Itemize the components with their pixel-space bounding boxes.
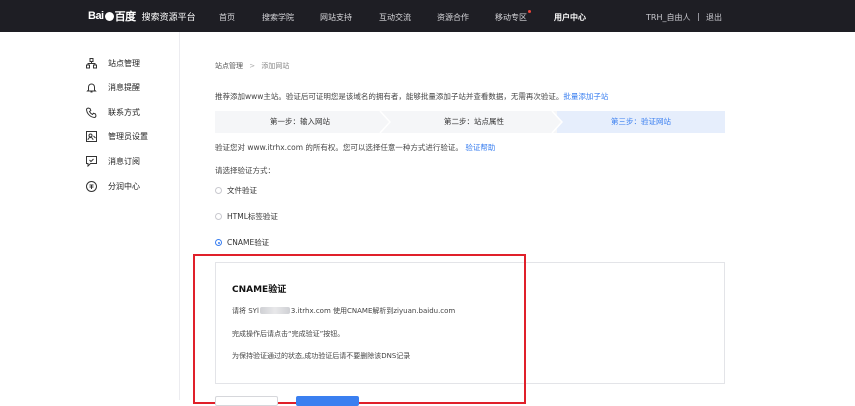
step-chevron (551, 111, 563, 133)
radio-label: HTML标签验证 (227, 212, 278, 221)
logo-wordmark: Bai (88, 10, 104, 22)
step-3: 第三步：验证网站 (557, 111, 725, 133)
subscribe-icon (86, 155, 97, 167)
sidebar-item-label: 站点管理 (108, 58, 140, 68)
notification-dot (528, 10, 531, 13)
breadcrumb-current: 添加网站 (261, 62, 290, 70)
complete-verify-button[interactable] (296, 396, 359, 406)
sidebar-item-revenue[interactable]: 分润中心 (86, 179, 140, 193)
sidebar-item-label: 管理员设置 (108, 131, 148, 141)
secondary-button[interactable] (215, 396, 278, 406)
sidebar-item-label: 分润中心 (108, 181, 140, 191)
bell-icon (86, 82, 97, 93)
coin-icon (86, 180, 97, 192)
sidebar-item-site-management[interactable]: 站点管理 (86, 56, 140, 70)
verify-description: 验证您对 www.itrhx.com 的所有权。您可以选择任意一种方式进行验证。… (215, 142, 495, 153)
radio-circle[interactable] (215, 213, 222, 220)
nav-support[interactable]: 网站支持 (320, 12, 352, 23)
user-name[interactable]: TRH_自由人 (646, 12, 690, 23)
nav-community[interactable]: 互动交流 (379, 12, 411, 23)
intro-text: 推荐添加www主站。验证后可证明您是该域名的拥有者，能够批量添加子站并查看数据，… (215, 91, 608, 102)
breadcrumb: 站点管理 > 添加网站 (215, 61, 289, 71)
sidebar: 站点管理 消息提醒 联系方式 管理员设置 消息订阅 分润中心 (0, 32, 180, 400)
sidebar-item-label: 消息订阅 (108, 156, 140, 166)
user-divider: | (697, 12, 700, 21)
nav-cooperation[interactable]: 资源合作 (437, 12, 469, 23)
method-html-radio[interactable]: HTML标签验证 (215, 211, 278, 222)
phone-icon (86, 106, 97, 118)
batch-add-link[interactable]: 批量添加子站 (563, 92, 608, 101)
method-cname-radio[interactable]: CNAME验证 (215, 237, 269, 248)
sidebar-item-messages[interactable]: 消息提醒 (86, 80, 140, 94)
method-file-radio[interactable]: 文件验证 (215, 185, 257, 196)
sidebar-item-contact[interactable]: 联系方式 (86, 105, 140, 119)
radio-circle[interactable] (215, 187, 222, 194)
sidebar-item-label: 消息提醒 (108, 82, 140, 92)
radio-label: 文件验证 (227, 186, 257, 195)
progress-steps: 第一步：输入网站 第二步：站点属性 第三步：验证网站 (215, 111, 725, 133)
nav-mobile[interactable]: 移动专区 (495, 12, 527, 23)
step-2: 第二步：站点属性 (444, 117, 504, 126)
top-navigation-bar: Bai 百度 搜索资源平台 首页 搜索学院 网站支持 互动交流 资源合作 移动专… (0, 0, 855, 32)
paw-icon (104, 11, 114, 21)
baidu-logo[interactable]: Bai 百度 搜索资源平台 (88, 8, 196, 24)
nav-home[interactable]: 首页 (219, 12, 235, 23)
step-1: 第一步：输入网站 (270, 117, 330, 126)
radio-circle-selected[interactable] (215, 239, 222, 246)
logo-wordmark-cn: 百度 (114, 11, 137, 23)
intro-description: 推荐添加www主站。验证后可证明您是该域名的拥有者，能够批量添加子站并查看数据，… (215, 92, 564, 101)
nav-user-center[interactable]: 用户中心 (554, 12, 586, 23)
sidebar-item-subscriptions[interactable]: 消息订阅 (86, 154, 140, 168)
breadcrumb-root[interactable]: 站点管理 (215, 62, 243, 70)
nav-academy[interactable]: 搜索学院 (262, 12, 294, 23)
choose-method-label: 请选择验证方式： (215, 166, 275, 175)
verify-ownership-text: 验证您对 www.itrhx.com 的所有权。您可以选择任意一种方式进行验证。 (215, 143, 463, 152)
logout-link[interactable]: 退出 (706, 12, 722, 23)
highlight-frame (193, 254, 526, 404)
sidebar-item-label: 联系方式 (108, 107, 140, 117)
step-chevron (379, 111, 391, 133)
radio-label: CNAME验证 (227, 238, 270, 247)
platform-name: 搜索资源平台 (141, 12, 196, 23)
sitemap-icon (86, 57, 97, 69)
breadcrumb-separator: > (249, 62, 256, 70)
verify-help-link[interactable]: 验证帮助 (465, 143, 495, 152)
sidebar-item-admin-settings[interactable]: 管理员设置 (86, 129, 148, 143)
admin-icon (86, 130, 97, 142)
